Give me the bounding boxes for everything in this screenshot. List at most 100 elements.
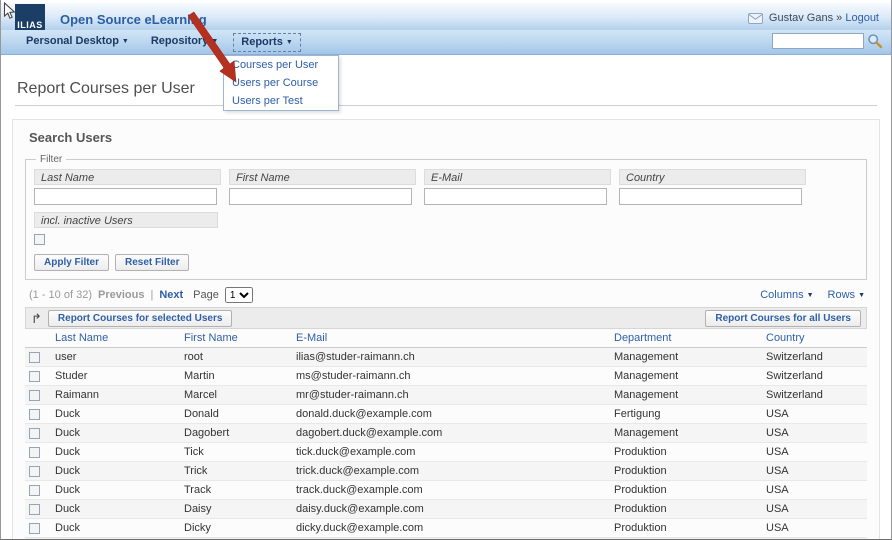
report-all-users-button[interactable]: Report Courses for all Users <box>705 310 861 327</box>
row-select-checkbox[interactable] <box>29 371 40 382</box>
cell-department: Fertigung <box>610 405 762 424</box>
filter-label-first-name: First Name <box>229 169 416 185</box>
user-separator: » <box>836 12 842 24</box>
logged-in-user: Gustav Gans <box>769 12 833 24</box>
nav-tab-reports[interactable]: Reports▼ <box>233 33 301 52</box>
columns-menu[interactable]: Columns▼ <box>760 289 813 301</box>
cell-country: USA <box>762 405 867 424</box>
menu-item-courses-per-user[interactable]: Courses per User <box>224 56 338 74</box>
table-row: Raimann Marcel mr@studer-raimann.ch Mana… <box>25 386 867 405</box>
pagination-previous: Previous <box>98 289 144 301</box>
cell-email: mr@studer-raimann.ch <box>292 386 610 405</box>
pagination-next[interactable]: Next <box>159 289 183 301</box>
table-row: Duck Tick tick.duck@example.com Produkti… <box>25 443 867 462</box>
nav-tab-label: Repository <box>151 35 208 47</box>
reports-dropdown-menu: Courses per User Users per Course Users … <box>223 55 339 111</box>
cell-department: Management <box>610 424 762 443</box>
global-search-input[interactable] <box>772 33 864 49</box>
filter-last-name-input[interactable] <box>34 188 217 205</box>
page-title: Report Courses per User <box>17 80 891 98</box>
menu-item-users-per-course[interactable]: Users per Course <box>224 74 338 92</box>
cell-country: Switzerland <box>762 386 867 405</box>
cell-last-name: Raimann <box>51 386 180 405</box>
table-row: Duck Dicky dicky.duck@example.com Produk… <box>25 519 867 538</box>
page-content: Report Courses per User Search Users Fil… <box>1 55 891 540</box>
table-row: Duck Track track.duck@example.com Produk… <box>25 481 867 500</box>
filter-label-email: E-Mail <box>424 169 611 185</box>
cell-department: Produktion <box>610 443 762 462</box>
cell-department: Management <box>610 367 762 386</box>
chevron-down-icon: ▼ <box>211 38 218 45</box>
cell-country: USA <box>762 462 867 481</box>
mail-icon[interactable] <box>748 13 763 24</box>
pagination-separator: | <box>150 289 153 301</box>
cell-last-name: Duck <box>51 519 180 538</box>
page-select[interactable]: 1 <box>225 287 253 303</box>
filter-country-input[interactable] <box>619 188 802 205</box>
pagination-top: (1 - 10 of 32) Previous | Next Page 1 Co… <box>29 287 865 303</box>
cell-email: dagobert.duck@example.com <box>292 424 610 443</box>
row-select-checkbox[interactable] <box>29 447 40 458</box>
cell-first-name: Donald <box>180 405 292 424</box>
chevron-down-icon: ▼ <box>122 38 129 45</box>
row-select-checkbox[interactable] <box>29 485 40 496</box>
row-select-checkbox[interactable] <box>29 352 40 363</box>
title-divider <box>15 105 877 106</box>
filter-fieldset: Filter Last Name First Name E-Mail Count… <box>25 154 867 280</box>
report-selected-users-button[interactable]: Report Courses for selected Users <box>48 310 233 327</box>
row-select-checkbox[interactable] <box>29 523 40 534</box>
header-email[interactable]: E-Mail <box>292 329 610 348</box>
main-navbar: Personal Desktop▼ Repository▼ Reports▼ <box>1 30 891 55</box>
cell-last-name: Studer <box>51 367 180 386</box>
search-icon[interactable] <box>867 33 883 49</box>
cell-first-name: Trick <box>180 462 292 481</box>
ilias-logo[interactable]: ILIAS <box>15 4 45 33</box>
cell-country: Switzerland <box>762 348 867 367</box>
cell-first-name: Tick <box>180 443 292 462</box>
nav-tab-personal-desktop[interactable]: Personal Desktop▼ <box>19 33 136 52</box>
browser-viewport: Open Source eLearning Gustav Gans » Logo… <box>0 0 892 540</box>
apply-to-selected-icon: ↱ <box>31 312 42 325</box>
cell-last-name: user <box>51 348 180 367</box>
pagination-range: (1 - 10 of 32) <box>29 289 92 301</box>
filter-email-input[interactable] <box>424 188 607 205</box>
cell-email: daisy.duck@example.com <box>292 500 610 519</box>
filter-label-country: Country <box>619 169 806 185</box>
cell-department: Produktion <box>610 500 762 519</box>
cell-email: track.duck@example.com <box>292 481 610 500</box>
cell-department: Produktion <box>610 519 762 538</box>
cell-department: Produktion <box>610 462 762 481</box>
cell-last-name: Duck <box>51 405 180 424</box>
cell-country: USA <box>762 481 867 500</box>
nav-tab-repository[interactable]: Repository▼ <box>144 33 225 52</box>
app-header: Open Source eLearning Gustav Gans » Logo… <box>1 3 891 30</box>
header-country[interactable]: Country <box>762 329 867 348</box>
cell-last-name: Duck <box>51 500 180 519</box>
cell-country: USA <box>762 424 867 443</box>
table-row: user root ilias@studer-raimann.ch Manage… <box>25 348 867 367</box>
header-department[interactable]: Department <box>610 329 762 348</box>
row-select-checkbox[interactable] <box>29 466 40 477</box>
rows-menu[interactable]: Rows▼ <box>828 289 865 301</box>
chevron-down-icon: ▼ <box>858 292 865 299</box>
table-row: Duck Donald donald.duck@example.com Fert… <box>25 405 867 424</box>
header-first-name[interactable]: First Name <box>180 329 292 348</box>
cell-country: USA <box>762 500 867 519</box>
row-select-checkbox[interactable] <box>29 409 40 420</box>
filter-first-name-input[interactable] <box>229 188 412 205</box>
row-select-checkbox[interactable] <box>29 428 40 439</box>
menu-item-users-per-test[interactable]: Users per Test <box>224 92 338 110</box>
apply-filter-button[interactable]: Apply Filter <box>34 254 109 271</box>
section-title: Search Users <box>29 130 871 145</box>
cell-country: USA <box>762 519 867 538</box>
row-select-checkbox[interactable] <box>29 390 40 401</box>
logout-link[interactable]: Logout <box>845 12 879 24</box>
users-table: Last Name First Name E-Mail Department C… <box>25 329 867 540</box>
row-select-checkbox[interactable] <box>29 504 40 515</box>
cell-last-name: Duck <box>51 481 180 500</box>
inactive-users-checkbox[interactable] <box>34 234 45 245</box>
reset-filter-button[interactable]: Reset Filter <box>115 254 189 271</box>
cell-last-name: Duck <box>51 443 180 462</box>
header-last-name[interactable]: Last Name <box>51 329 180 348</box>
table-row: Duck Daisy daisy.duck@example.com Produk… <box>25 500 867 519</box>
